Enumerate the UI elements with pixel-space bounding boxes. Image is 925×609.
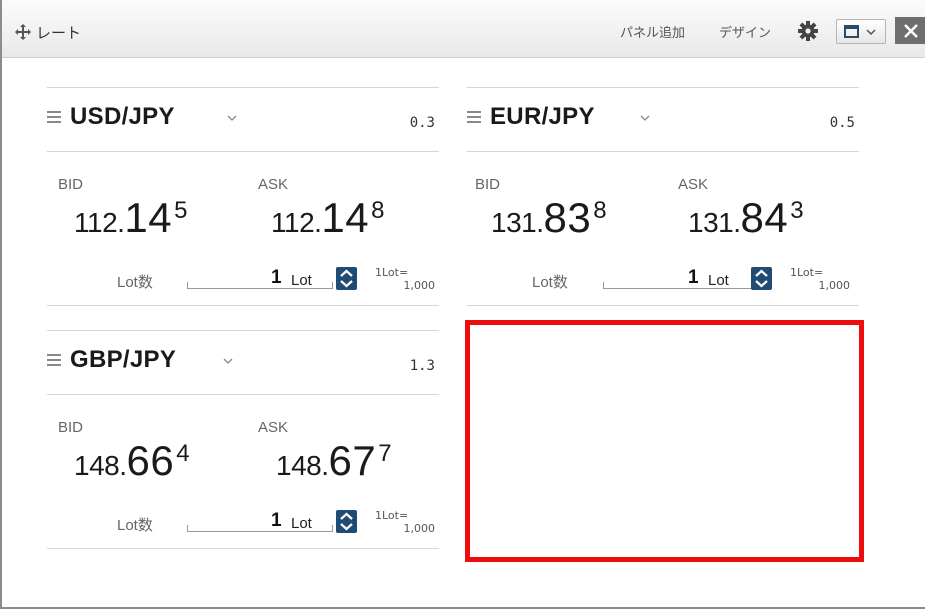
arrow-down-icon[interactable] [339, 522, 354, 531]
ask-label: ASK [678, 176, 709, 193]
currency-pair-label[interactable]: GBP/JPY [70, 346, 176, 374]
panel-divider [467, 305, 859, 306]
lot-input[interactable] [603, 265, 753, 289]
arrow-up-icon[interactable] [754, 269, 769, 278]
empty-panel-slot[interactable] [465, 320, 864, 562]
lot-count-label: Lot数 [532, 274, 568, 291]
lot-size-note: 1Lot= 1,000 [790, 266, 850, 292]
layout-icon [844, 25, 859, 38]
ask-label: ASK [258, 419, 289, 436]
panel-divider [47, 305, 439, 306]
lot-value: 1 [271, 510, 282, 531]
currency-pair-label[interactable]: EUR/JPY [490, 103, 595, 131]
lot-stepper[interactable] [336, 510, 357, 533]
arrow-down-icon[interactable] [339, 279, 354, 288]
bid-label: BID [58, 176, 84, 193]
lot-size-note: 1Lot= 1,000 [375, 266, 435, 292]
currency-pair-label[interactable]: USD/JPY [70, 103, 175, 131]
panel-divider [47, 548, 439, 549]
chevron-down-icon[interactable] [223, 358, 233, 364]
lot-unit: Lot [708, 272, 729, 289]
lot-count-label: Lot数 [117, 274, 153, 291]
bid-label: BID [58, 419, 84, 436]
add-panel-button[interactable]: パネル追加 [620, 22, 685, 41]
panel-divider [47, 151, 439, 152]
design-button[interactable]: デザイン [719, 22, 771, 41]
title-bar[interactable]: レート パネル追加 デザイン [2, 0, 925, 58]
close-icon [904, 23, 918, 38]
menu-icon[interactable] [47, 111, 61, 123]
rate-panel-gbpjpy: GBP/JPY 1.3 BID ASK 148.664 148.677 Lot数… [47, 330, 439, 550]
close-button[interactable] [895, 17, 925, 44]
lot-value: 1 [271, 267, 282, 288]
ask-label: ASK [258, 176, 289, 193]
menu-icon[interactable] [467, 111, 481, 123]
chevron-down-icon [866, 28, 876, 35]
window-title: レート [36, 23, 82, 42]
ask-price[interactable]: 131.843 [688, 194, 804, 242]
lot-unit: Lot [291, 515, 312, 532]
panel-header: GBP/JPY 1.3 [47, 330, 439, 392]
menu-icon[interactable] [47, 354, 61, 366]
lot-stepper[interactable] [336, 267, 357, 290]
spread-value: 1.3 [409, 358, 435, 374]
lot-count-label: Lot数 [117, 517, 153, 534]
lot-size-note: 1Lot= 1,000 [375, 509, 435, 535]
lot-unit: Lot [291, 272, 312, 289]
panel-header: USD/JPY 0.3 [47, 87, 439, 149]
chevron-down-icon[interactable] [640, 115, 650, 121]
arrow-down-icon[interactable] [754, 279, 769, 288]
window-title-area: レート [14, 20, 81, 44]
panel-divider [47, 394, 439, 395]
panel-header: EUR/JPY 0.5 [467, 87, 859, 149]
rate-window: レート パネル追加 デザイン USD/JPY 0.3 BID ASK 112.1… [0, 0, 925, 609]
spread-value: 0.3 [409, 115, 435, 131]
arrow-up-icon[interactable] [339, 269, 354, 278]
rate-panel-eurjpy: EUR/JPY 0.5 BID ASK 131.838 131.843 Lot数… [467, 87, 859, 307]
spread-value: 0.5 [829, 115, 855, 131]
lot-value: 1 [688, 267, 699, 288]
bid-price[interactable]: 112.145 [74, 194, 188, 242]
lot-stepper[interactable] [751, 267, 772, 290]
panel-divider [467, 151, 859, 152]
gear-icon[interactable] [797, 20, 819, 42]
chevron-down-icon[interactable] [227, 115, 237, 121]
bid-price[interactable]: 131.838 [491, 194, 607, 242]
move-icon[interactable] [14, 23, 32, 41]
bid-price[interactable]: 148.664 [74, 437, 190, 485]
layout-dropdown-button[interactable] [836, 19, 886, 44]
ask-price[interactable]: 148.677 [276, 437, 392, 485]
bid-label: BID [475, 176, 501, 193]
ask-price[interactable]: 112.148 [271, 194, 385, 242]
arrow-up-icon[interactable] [339, 512, 354, 521]
rate-panel-usdjpy: USD/JPY 0.3 BID ASK 112.145 112.148 Lot数… [47, 87, 439, 307]
